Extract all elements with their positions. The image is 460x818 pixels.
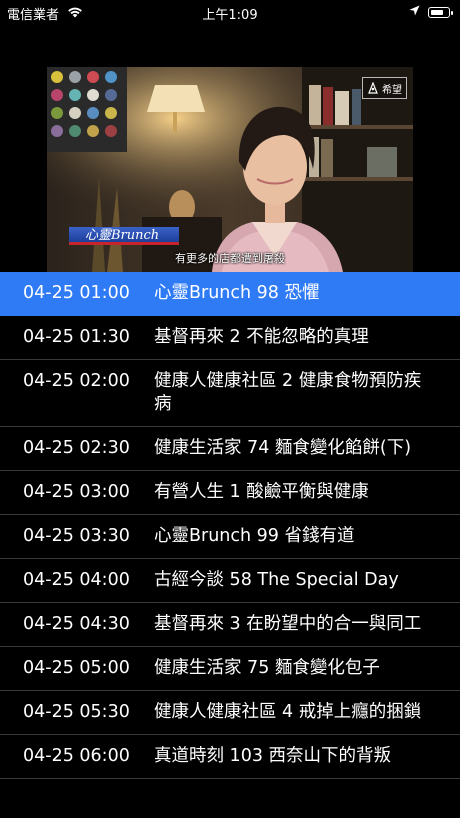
schedule-time: 04-25 02:00 bbox=[23, 371, 130, 391]
schedule-row[interactable]: 04-25 03:30 心靈Brunch 99 省錢有道 bbox=[0, 515, 460, 559]
schedule-row[interactable]: 04-25 02:30 健康生活家 74 麵食變化餡餅(下) bbox=[0, 427, 460, 471]
channel-logo: 希望 bbox=[362, 77, 407, 99]
schedule-title: 健康生活家 74 麵食變化餡餅(下) bbox=[154, 438, 412, 458]
video-player[interactable]: 希望 心靈Brunch 有更多的店都遭到屠殺 bbox=[47, 67, 413, 272]
status-time: 上午1:09 bbox=[202, 8, 258, 23]
battery-level bbox=[430, 9, 443, 15]
video-subtitle: 有更多的店都遭到屠殺 bbox=[175, 252, 285, 265]
schedule-list: 04-25 01:00 心靈Brunch 98 恐懼 04-25 01:30 基督再來… bbox=[0, 272, 460, 779]
schedule-title: 古經今談 58 The Special Day bbox=[154, 570, 399, 590]
schedule-time: 04-25 03:00 bbox=[23, 482, 130, 502]
schedule-title: 真道時刻 103 西奈山下的背叛 bbox=[154, 746, 392, 766]
status-right bbox=[409, 5, 453, 20]
schedule-row[interactable]: 04-25 06:00 真道時刻 103 西奈山下的背叛 bbox=[0, 735, 460, 779]
schedule-row[interactable]: 04-25 02:00 健康人健康社區 2 健康食物預防疾病 bbox=[0, 360, 460, 427]
channel-logo-text: 希望 bbox=[382, 84, 402, 96]
schedule-title: 基督再來 3 在盼望中的合一與同工 bbox=[154, 614, 422, 634]
schedule-time: 04-25 03:30 bbox=[23, 526, 130, 546]
location-arrow-icon bbox=[409, 5, 420, 20]
schedule-time: 04-25 01:30 bbox=[23, 327, 130, 347]
schedule-time: 04-25 06:00 bbox=[23, 746, 130, 766]
schedule-row[interactable]: 04-25 05:00 健康生活家 75 麵食變化包子 bbox=[0, 647, 460, 691]
schedule-title: 基督再來 2 不能忽略的真理 bbox=[154, 327, 369, 347]
schedule-time: 04-25 05:30 bbox=[23, 702, 130, 722]
schedule-time: 04-25 02:30 bbox=[23, 438, 130, 458]
schedule-title: 心靈Brunch 98 恐懼 bbox=[154, 283, 320, 303]
schedule-row[interactable]: 04-25 05:30 健康人健康社區 4 戒掉上癮的捆鎖 bbox=[0, 691, 460, 735]
schedule-time: 04-25 01:00 bbox=[23, 283, 130, 303]
schedule-title: 心靈Brunch 99 省錢有道 bbox=[154, 526, 355, 546]
schedule-row[interactable]: 04-25 03:00 有營人生 1 酸鹼平衡與健康 bbox=[0, 471, 460, 515]
schedule-row[interactable]: 04-25 04:00 古經今談 58 The Special Day bbox=[0, 559, 460, 603]
battery-icon bbox=[428, 7, 453, 18]
schedule-time: 04-25 04:30 bbox=[23, 614, 130, 634]
show-title-banner: 心靈Brunch bbox=[69, 227, 179, 245]
schedule-title: 健康生活家 75 麵食變化包子 bbox=[154, 658, 380, 678]
schedule-title: 有營人生 1 酸鹼平衡與健康 bbox=[154, 482, 369, 502]
hope-logo-icon bbox=[367, 82, 379, 94]
schedule-row[interactable]: 04-25 01:00 心靈Brunch 98 恐懼 bbox=[0, 272, 460, 316]
schedule-title: 健康人健康社區 2 健康食物預防疾病 bbox=[154, 371, 422, 414]
schedule-row[interactable]: 04-25 01:30 基督再來 2 不能忽略的真理 bbox=[0, 316, 460, 360]
schedule-title: 健康人健康社區 4 戒掉上癮的捆鎖 bbox=[154, 702, 422, 722]
schedule-row[interactable]: 04-25 04:30 基督再來 3 在盼望中的合一與同工 bbox=[0, 603, 460, 647]
schedule-time: 04-25 04:00 bbox=[23, 570, 130, 590]
status-bar: 電信業者 上午1:09 bbox=[0, 0, 460, 24]
schedule-time: 04-25 05:00 bbox=[23, 658, 130, 678]
